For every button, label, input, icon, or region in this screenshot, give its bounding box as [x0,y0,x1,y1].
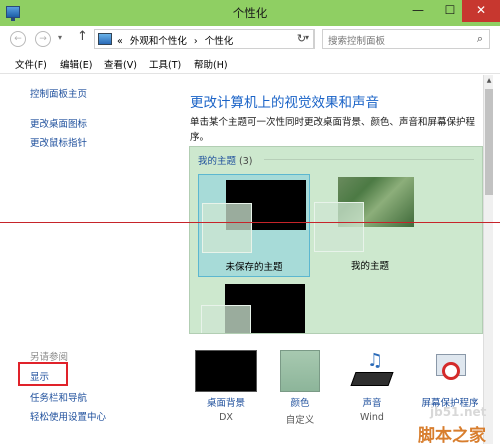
menu-bar: 文件(F) 编辑(E) 查看(V) 工具(T) 帮助(H) [0,55,500,73]
up-arrow-icon[interactable]: ↑ [77,29,88,44]
color-value: 自定义 [285,415,315,426]
refresh-icon[interactable]: ↻ [289,29,315,49]
recent-locations-chevron-icon[interactable]: ▾ [58,33,62,42]
sounds-label[interactable]: 声音 [342,395,402,409]
breadcrumb-separator[interactable]: › [194,36,198,47]
desktop-background-label[interactable]: 桌面背景 [191,395,261,409]
navigation-bar: ← → ▾ ↑ « 外观和个性化 › 个性化 ▾ ↻ 搜索控制面板 ⌕ [0,26,500,52]
desktop-background-setting[interactable]: 桌面背景 DX [191,350,261,423]
page-title: 更改计算机上的视觉效果和声音 [190,95,379,111]
scrollbar-thumb[interactable] [485,89,493,195]
control-panel-home-link[interactable]: 控制面板主页 [30,86,87,100]
sounds-value: Wind [360,412,384,423]
theme-group-count: (3) [239,156,253,167]
title-bar: 个性化 — ☐ ✕ [0,0,500,26]
scroll-up-arrow-icon[interactable]: ▲ [484,77,494,84]
close-button[interactable]: ✕ [462,0,500,22]
breadcrumb-overflow[interactable]: « [117,36,123,47]
music-note-icon: ♫ [367,350,384,371]
breadcrumb-item-personalization[interactable]: 个性化 [205,36,234,47]
desktop-background-value: DX [219,412,233,423]
theme-tile[interactable] [198,281,310,333]
theme-preview-window [314,202,364,252]
sound-keyboard-icon: ♫ [349,350,395,392]
divider [0,73,500,74]
theme-name: 我的主题 [350,261,389,272]
color-setting[interactable]: 颜色 自定义 [275,350,325,426]
no-symbol-icon [442,362,460,380]
desktop-background-preview [195,350,257,392]
search-icon[interactable]: ⌕ [477,32,483,46]
menu-edit[interactable]: 编辑(E) [60,57,92,71]
menu-view[interactable]: 查看(V) [104,57,137,71]
control-panel-icon [98,33,112,45]
watermark-brand: 脚本之家 [418,426,486,444]
theme-tile-unsaved[interactable]: 未保存的主题 [198,174,310,277]
color-swatch [280,350,320,392]
scrollbar[interactable]: ▲ [483,75,493,444]
display-link[interactable]: 显示 [30,369,49,383]
theme-preview-window [201,305,251,333]
see-also-heading: 另请参阅 [30,352,69,363]
taskbar-navigation-link[interactable]: 任务栏和导航 [30,390,87,404]
address-bar[interactable]: « 外观和个性化 › 个性化 ▾ [94,29,314,49]
breadcrumb-item-appearance[interactable]: 外观和个性化 [130,36,187,47]
back-button[interactable]: ← [10,31,26,47]
forward-button[interactable]: → [35,31,51,47]
red-guide-line [0,222,500,223]
page-description: 单击某个主题可一次性同时更改桌面背景、颜色、声音和屏幕保护程序。 [190,117,476,143]
screen-saver-icon [430,350,470,392]
theme-list[interactable]: 我的主题 (3) 未保存的主题 我的主题 [189,146,483,334]
menu-file[interactable]: 文件(F) [15,57,47,71]
keyboard-icon [350,372,394,386]
change-desktop-icons-link[interactable]: 更改桌面图标 [30,116,87,130]
maximize-button[interactable]: ☐ [436,0,464,22]
search-input[interactable]: 搜索控制面板 ⌕ [322,29,490,49]
screen-saver-setting[interactable]: 屏幕保护程序 [418,350,482,409]
ease-of-access-link[interactable]: 轻松使用设置中心 [30,409,106,423]
divider [264,159,474,160]
minimize-button[interactable]: — [404,0,432,22]
search-placeholder: 搜索控制面板 [328,36,386,47]
breadcrumb: « 外观和个性化 › 个性化 [117,33,237,47]
theme-tile-my-theme[interactable]: 我的主题 [314,174,426,277]
sounds-setting[interactable]: ♫ 声音 Wind [342,350,402,423]
change-mouse-pointers-link[interactable]: 更改鼠标指针 [30,135,87,149]
theme-group-name: 我的主题 [198,156,237,167]
color-label[interactable]: 颜色 [275,395,325,409]
menu-tools[interactable]: 工具(T) [149,57,181,71]
theme-group-label: 我的主题 (3) [198,153,253,167]
theme-preview-window [202,203,252,253]
watermark-url: jb51.net [430,405,487,419]
menu-help[interactable]: 帮助(H) [194,57,228,71]
theme-name: 未保存的主题 [225,262,283,273]
